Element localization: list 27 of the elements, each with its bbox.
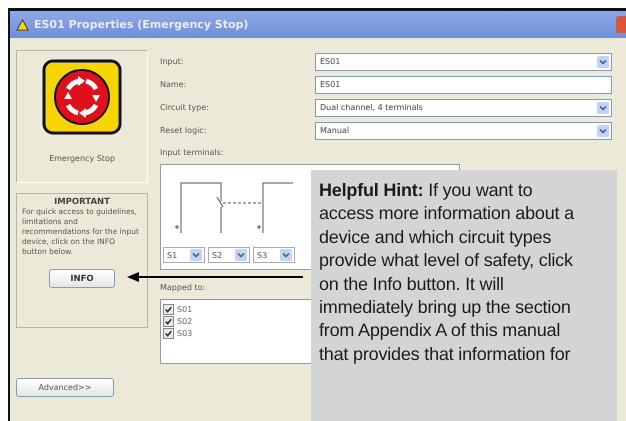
field-label: Circuit type:: [160, 103, 210, 112]
terminal-dropdown[interactable]: S1: [163, 247, 205, 263]
field-label: Reset logic:: [160, 126, 208, 135]
input-terminals-label: Input terminals:: [160, 148, 224, 157]
warning-icon: [16, 18, 29, 30]
checkbox[interactable]: [163, 316, 174, 326]
dropdown-field[interactable]: Manual: [315, 122, 612, 140]
info-button[interactable]: INFO: [49, 269, 115, 288]
hint-text: Helpful Hint: If you want to access more information about a device and which circuit types provide what level of safety, click on the Info button. It will immediately bring up the section from Appendix A of this manual that provides that information for: [319, 179, 576, 366]
field-label: Name:: [160, 80, 188, 89]
window-title: ES01 Properties (Emergency Stop): [34, 18, 248, 31]
advanced-button[interactable]: Advanced>>: [16, 378, 114, 397]
mapped-item-label: S02: [177, 316, 192, 326]
emergency-stop-icon: [42, 59, 122, 135]
checkbox[interactable]: [163, 304, 174, 314]
mapped-item-label: S01: [177, 304, 192, 314]
text-field[interactable]: ES01: [315, 76, 612, 94]
terminal-dropdown[interactable]: S3: [253, 247, 295, 263]
checkbox[interactable]: [163, 328, 174, 338]
dropdown-field[interactable]: Dual channel, 4 terminals: [315, 98, 612, 116]
important-heading: IMPORTANT: [53, 197, 111, 207]
terminal-dropdown[interactable]: S2: [208, 247, 250, 263]
field-label: Input:: [160, 57, 184, 66]
dropdown-field[interactable]: ES01: [315, 52, 612, 70]
mapped-item-label: S03: [177, 328, 192, 338]
mapped-to-label: Mapped to:: [160, 283, 206, 292]
device-caption: Emergency Stop: [49, 154, 115, 163]
